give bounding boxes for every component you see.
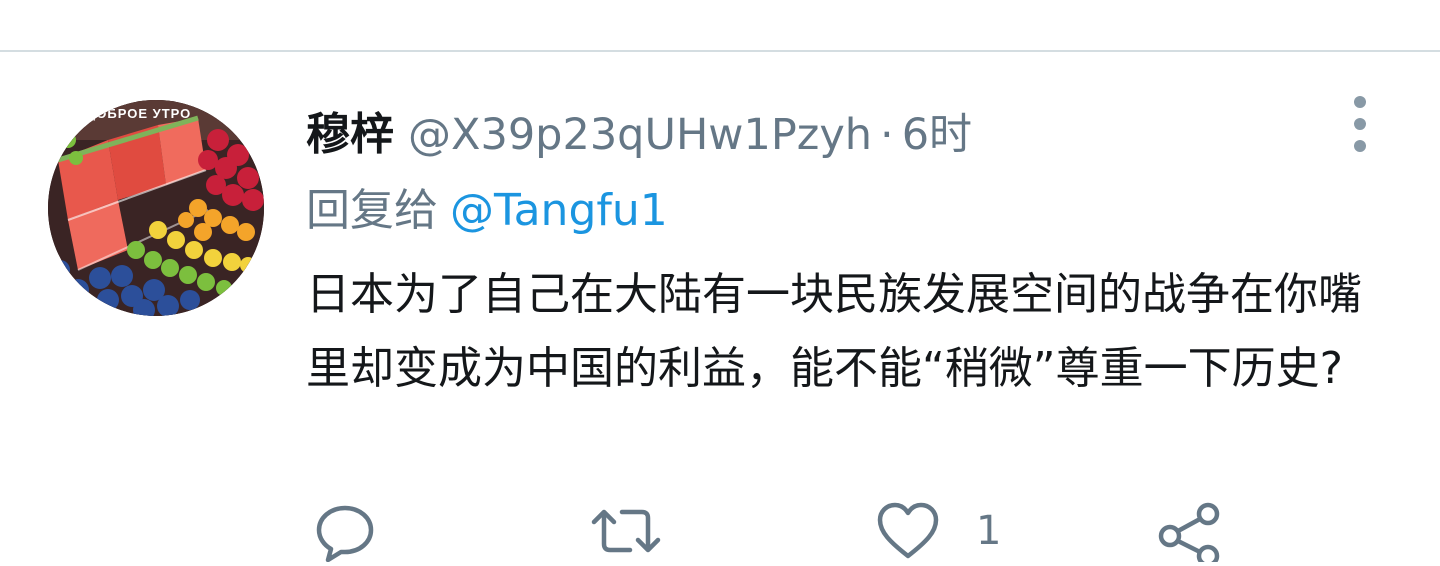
tweet-text: 日本为了自己在大陆有一块民族发展空间的战争在你嘴里却变成为中国的利益，能不能“稍…	[306, 269, 1362, 394]
reply-mention-link[interactable]: @Tangfu1	[450, 185, 668, 236]
heart-icon	[877, 502, 939, 559]
timestamp[interactable]: 6时	[902, 100, 972, 162]
top-divider	[0, 50, 1440, 52]
more-dot-icon	[1354, 140, 1366, 152]
more-dot-icon	[1354, 118, 1366, 130]
avatar-caption: ДОБРОЕ УТРО	[86, 106, 192, 121]
separator-dot: ·	[880, 110, 894, 160]
retweet-arrows-icon	[591, 509, 661, 553]
action-bar: 1	[0, 500, 1440, 566]
avatar[interactable]: ДОБРОЕ УТРО	[48, 100, 264, 316]
share-nodes-icon	[1158, 502, 1220, 562]
reply-context: 回复给 @Tangfu1	[306, 174, 668, 238]
retweet-button[interactable]	[588, 500, 664, 562]
user-handle[interactable]: @X39p23qUHw1Pzyh	[408, 110, 872, 160]
reply-prefix: 回复给	[306, 185, 438, 236]
more-dot-icon	[1354, 96, 1366, 108]
more-options-button[interactable]	[1344, 96, 1376, 152]
avatar-image	[48, 100, 264, 316]
like-button[interactable]: 1	[876, 500, 1001, 562]
speech-bubble-icon	[316, 505, 374, 562]
reply-button[interactable]	[314, 500, 376, 562]
like-count: 1	[976, 508, 1002, 554]
share-button[interactable]	[1156, 500, 1224, 562]
display-name[interactable]: 穆梓	[306, 98, 394, 162]
tweet-header: 穆梓 @X39p23qUHw1Pzyh · 6时	[306, 98, 972, 160]
